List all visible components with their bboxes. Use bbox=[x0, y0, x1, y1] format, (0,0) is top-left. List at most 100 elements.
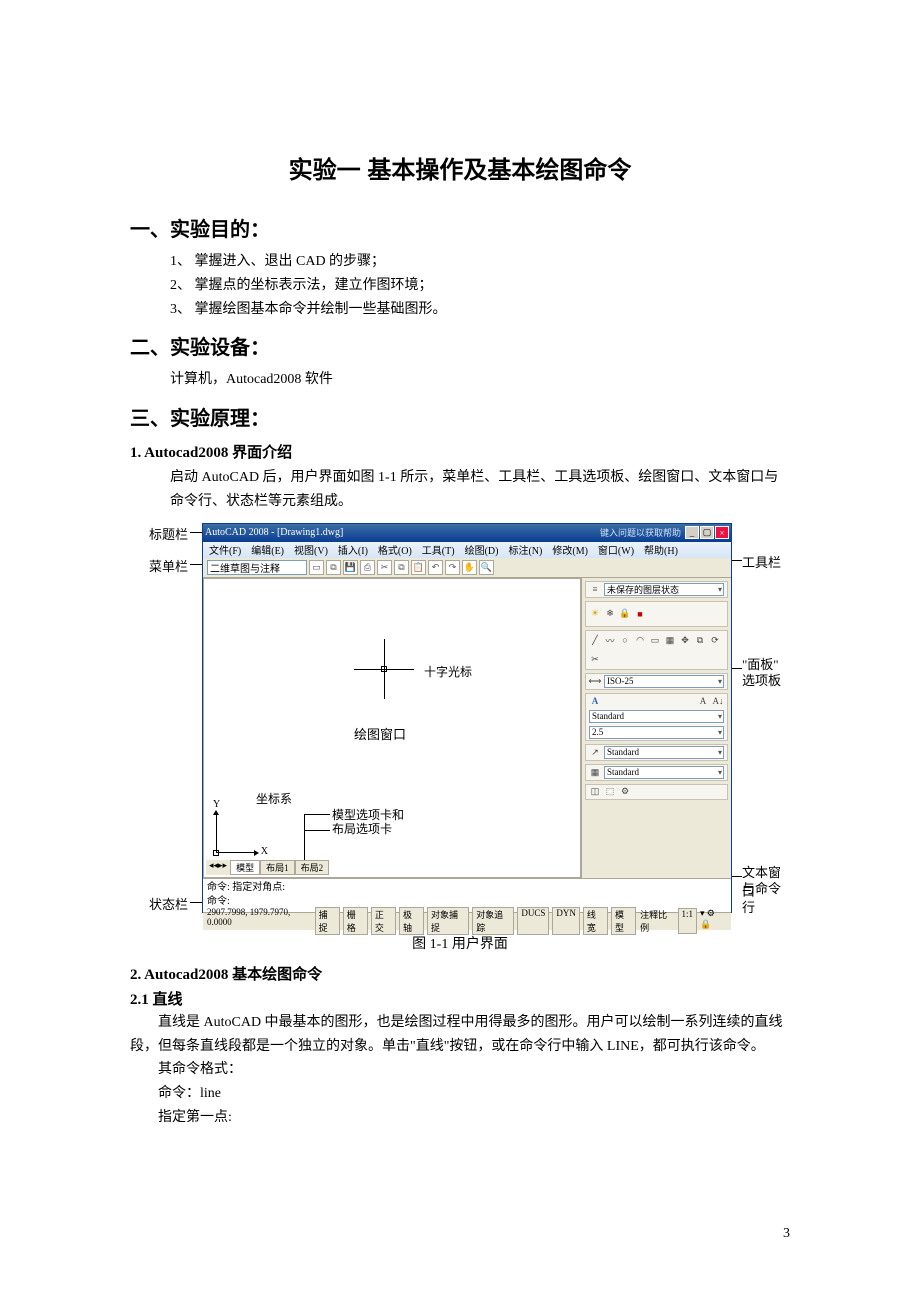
status-lwt[interactable]: 线宽 bbox=[583, 907, 608, 935]
section-2-heading: 二、实验设备： bbox=[130, 331, 790, 360]
tab-layout1[interactable]: 布局1 bbox=[260, 860, 295, 875]
ptr-line bbox=[190, 564, 202, 565]
menu-insert[interactable]: 插入(I) bbox=[338, 542, 368, 557]
trim-icon[interactable]: ✂ bbox=[589, 654, 601, 666]
goal-item-3: 3、 掌握绘图基本命令并绘制一些基础图形。 bbox=[170, 298, 790, 322]
textstyle-dropdown[interactable]: Standard bbox=[589, 710, 724, 723]
menu-dim[interactable]: 标注(N) bbox=[508, 542, 542, 557]
block-icon[interactable]: ◫ bbox=[589, 786, 601, 798]
sub-3-1-heading: 1. Autocad2008 界面介绍 bbox=[130, 441, 790, 462]
layer-state-dropdown[interactable]: 未保存的图层状态 bbox=[604, 583, 724, 596]
cad-titlebar[interactable]: AutoCAD 2008 - [Drawing1.dwg] 键入问题以获取帮助 … bbox=[203, 524, 731, 542]
text-icon[interactable]: A bbox=[589, 695, 601, 707]
min-icon[interactable]: _ bbox=[685, 526, 699, 539]
panel-leader-row[interactable]: ↗ Standard bbox=[585, 744, 728, 761]
menu-modify[interactable]: 修改(M) bbox=[552, 542, 588, 557]
line-icon[interactable]: ╱ bbox=[589, 634, 601, 646]
leader-icon[interactable]: ↗ bbox=[589, 746, 601, 758]
figure-1-1: 标题栏 菜单栏 状态栏 工具栏 "面板" 选项板 文本窗口 与命令行 AutoC… bbox=[130, 520, 790, 915]
dimstyle-dropdown[interactable]: ISO-25 bbox=[604, 675, 724, 688]
menu-edit[interactable]: 编辑(E) bbox=[251, 542, 284, 557]
rotate-icon[interactable]: ⟳ bbox=[709, 634, 721, 646]
circle-icon[interactable]: ○ bbox=[619, 634, 631, 646]
arc-icon[interactable]: ◠ bbox=[634, 634, 646, 646]
cad-drawing-area[interactable]: 十字光标 绘图窗口 坐标系 模型选项卡和 布局选项卡 bbox=[203, 578, 581, 878]
label-ucs: 坐标系 bbox=[256, 790, 292, 807]
layer-freeze-icon[interactable]: ❄ bbox=[604, 608, 616, 620]
status-dyn[interactable]: DYN bbox=[552, 907, 580, 935]
polyline-icon[interactable]: 〰 bbox=[604, 634, 616, 646]
zoom-icon[interactable]: 🔍 bbox=[479, 560, 494, 575]
layer-lock-icon[interactable]: 🔒 bbox=[619, 608, 631, 620]
cut-icon[interactable]: ✂ bbox=[377, 560, 392, 575]
panel-layer-row[interactable]: ≡ 未保存的图层状态 bbox=[585, 581, 728, 598]
panel-misc-row[interactable]: ◫ ⬚ ⚙ bbox=[585, 784, 728, 800]
layer-color-icon[interactable]: ■ bbox=[634, 608, 646, 620]
cmdline-text-1: 命令: 指定对角点: bbox=[207, 881, 727, 895]
tab-layout2[interactable]: 布局2 bbox=[295, 860, 330, 875]
dim-icon[interactable]: ⟷ bbox=[589, 675, 601, 687]
leaderstyle-dropdown[interactable]: Standard bbox=[604, 746, 724, 759]
open-icon[interactable]: ⧉ bbox=[326, 560, 341, 575]
layer-sun-icon[interactable]: ☀ bbox=[589, 608, 601, 620]
label-menubar: 菜单栏 bbox=[130, 556, 188, 575]
workspace-dropdown[interactable]: 二维草图与注释 bbox=[207, 560, 307, 575]
menu-window[interactable]: 窗口(W) bbox=[598, 542, 634, 557]
save-icon[interactable]: 💾 bbox=[343, 560, 358, 575]
panel-layer-tools[interactable]: ☀ ❄ 🔒 ■ bbox=[585, 601, 728, 627]
text-style-icon[interactable]: A↓ bbox=[712, 695, 724, 707]
menu-tools[interactable]: 工具(T) bbox=[422, 542, 455, 557]
copy-icon[interactable]: ⧉ bbox=[694, 634, 706, 646]
line-cmd-format-1: 其命令格式： bbox=[130, 1058, 790, 1082]
panel-text-row[interactable]: A A A↓ Standard 2.5 bbox=[585, 693, 728, 741]
panel-dim-row[interactable]: ⟷ ISO-25 bbox=[585, 673, 728, 690]
redo-icon[interactable]: ↷ bbox=[445, 560, 460, 575]
cad-tabs[interactable]: ◂◂▸▸ 模型 布局1 布局2 bbox=[206, 860, 329, 875]
undo-icon[interactable]: ↶ bbox=[428, 560, 443, 575]
section-3-heading: 三、实验原理： bbox=[130, 402, 790, 431]
hatch-icon[interactable]: ▦ bbox=[664, 634, 676, 646]
status-grid[interactable]: 栅格 bbox=[343, 907, 368, 935]
tab-model[interactable]: 模型 bbox=[230, 860, 260, 875]
new-icon[interactable]: ▭ bbox=[309, 560, 324, 575]
menu-help[interactable]: 帮助(H) bbox=[644, 542, 678, 557]
cad-help-hint: 键入问题以获取帮助 bbox=[600, 526, 681, 539]
print-icon[interactable]: ⎙ bbox=[360, 560, 375, 575]
rect-icon[interactable]: ▭ bbox=[649, 634, 661, 646]
mtext-icon[interactable]: A bbox=[697, 695, 709, 707]
tablestyle-dropdown[interactable]: Standard bbox=[604, 766, 724, 779]
status-tools-icon[interactable]: ▾ ⚙ 🔒 bbox=[700, 908, 727, 934]
cad-menubar[interactable]: 文件(F) 编辑(E) 视图(V) 插入(I) 格式(O) 工具(T) 绘图(D… bbox=[203, 542, 731, 558]
status-model[interactable]: 模型 bbox=[611, 907, 636, 935]
status-polar[interactable]: 极轴 bbox=[399, 907, 424, 935]
table-icon[interactable]: ▦ bbox=[589, 766, 601, 778]
status-scale-label: 注释比例 bbox=[640, 908, 674, 934]
menu-format[interactable]: 格式(O) bbox=[378, 542, 412, 557]
move-icon[interactable]: ✥ bbox=[679, 634, 691, 646]
status-ortho[interactable]: 正交 bbox=[371, 907, 396, 935]
copy-icon[interactable]: ⧉ bbox=[394, 560, 409, 575]
close-icon[interactable]: × bbox=[715, 526, 729, 539]
cad-panel[interactable]: ≡ 未保存的图层状态 ☀ ❄ 🔒 ■ ╱ 〰 ○ ◠ ▭ bbox=[581, 578, 731, 878]
xref-icon[interactable]: ⬚ bbox=[604, 786, 616, 798]
cad-window: AutoCAD 2008 - [Drawing1.dwg] 键入问题以获取帮助 … bbox=[202, 523, 732, 913]
cad-toolbar[interactable]: 二维草图与注释 ▭ ⧉ 💾 ⎙ ✂ ⧉ 📋 ↶ ↷ ✋ 🔍 bbox=[203, 558, 731, 578]
layer-icon[interactable]: ≡ bbox=[589, 583, 601, 595]
menu-file[interactable]: 文件(F) bbox=[209, 542, 241, 557]
status-scale[interactable]: 1:1 bbox=[678, 908, 698, 934]
menu-draw[interactable]: 绘图(D) bbox=[465, 542, 499, 557]
panel-table-row[interactable]: ▦ Standard bbox=[585, 764, 728, 781]
cad-statusbar[interactable]: 2907.7998, 1979.7970, 0.0000 捕捉 栅格 正交 极轴… bbox=[203, 912, 731, 930]
status-otrack[interactable]: 对象追踪 bbox=[472, 907, 514, 935]
max-icon[interactable]: ▢ bbox=[700, 526, 714, 539]
pan-icon[interactable]: ✋ bbox=[462, 560, 477, 575]
label-crosshair: 十字光标 bbox=[424, 663, 472, 680]
paste-icon[interactable]: 📋 bbox=[411, 560, 426, 575]
status-snap[interactable]: 捕捉 bbox=[315, 907, 340, 935]
panel-draw-tools[interactable]: ╱ 〰 ○ ◠ ▭ ▦ ✥ ⧉ ⟳ ✂ bbox=[585, 630, 728, 670]
status-ducs[interactable]: DUCS bbox=[517, 907, 549, 935]
status-osnap[interactable]: 对象捕捉 bbox=[427, 907, 469, 935]
textsize-dropdown[interactable]: 2.5 bbox=[589, 726, 724, 739]
menu-view[interactable]: 视图(V) bbox=[294, 542, 328, 557]
props-icon[interactable]: ⚙ bbox=[619, 786, 631, 798]
